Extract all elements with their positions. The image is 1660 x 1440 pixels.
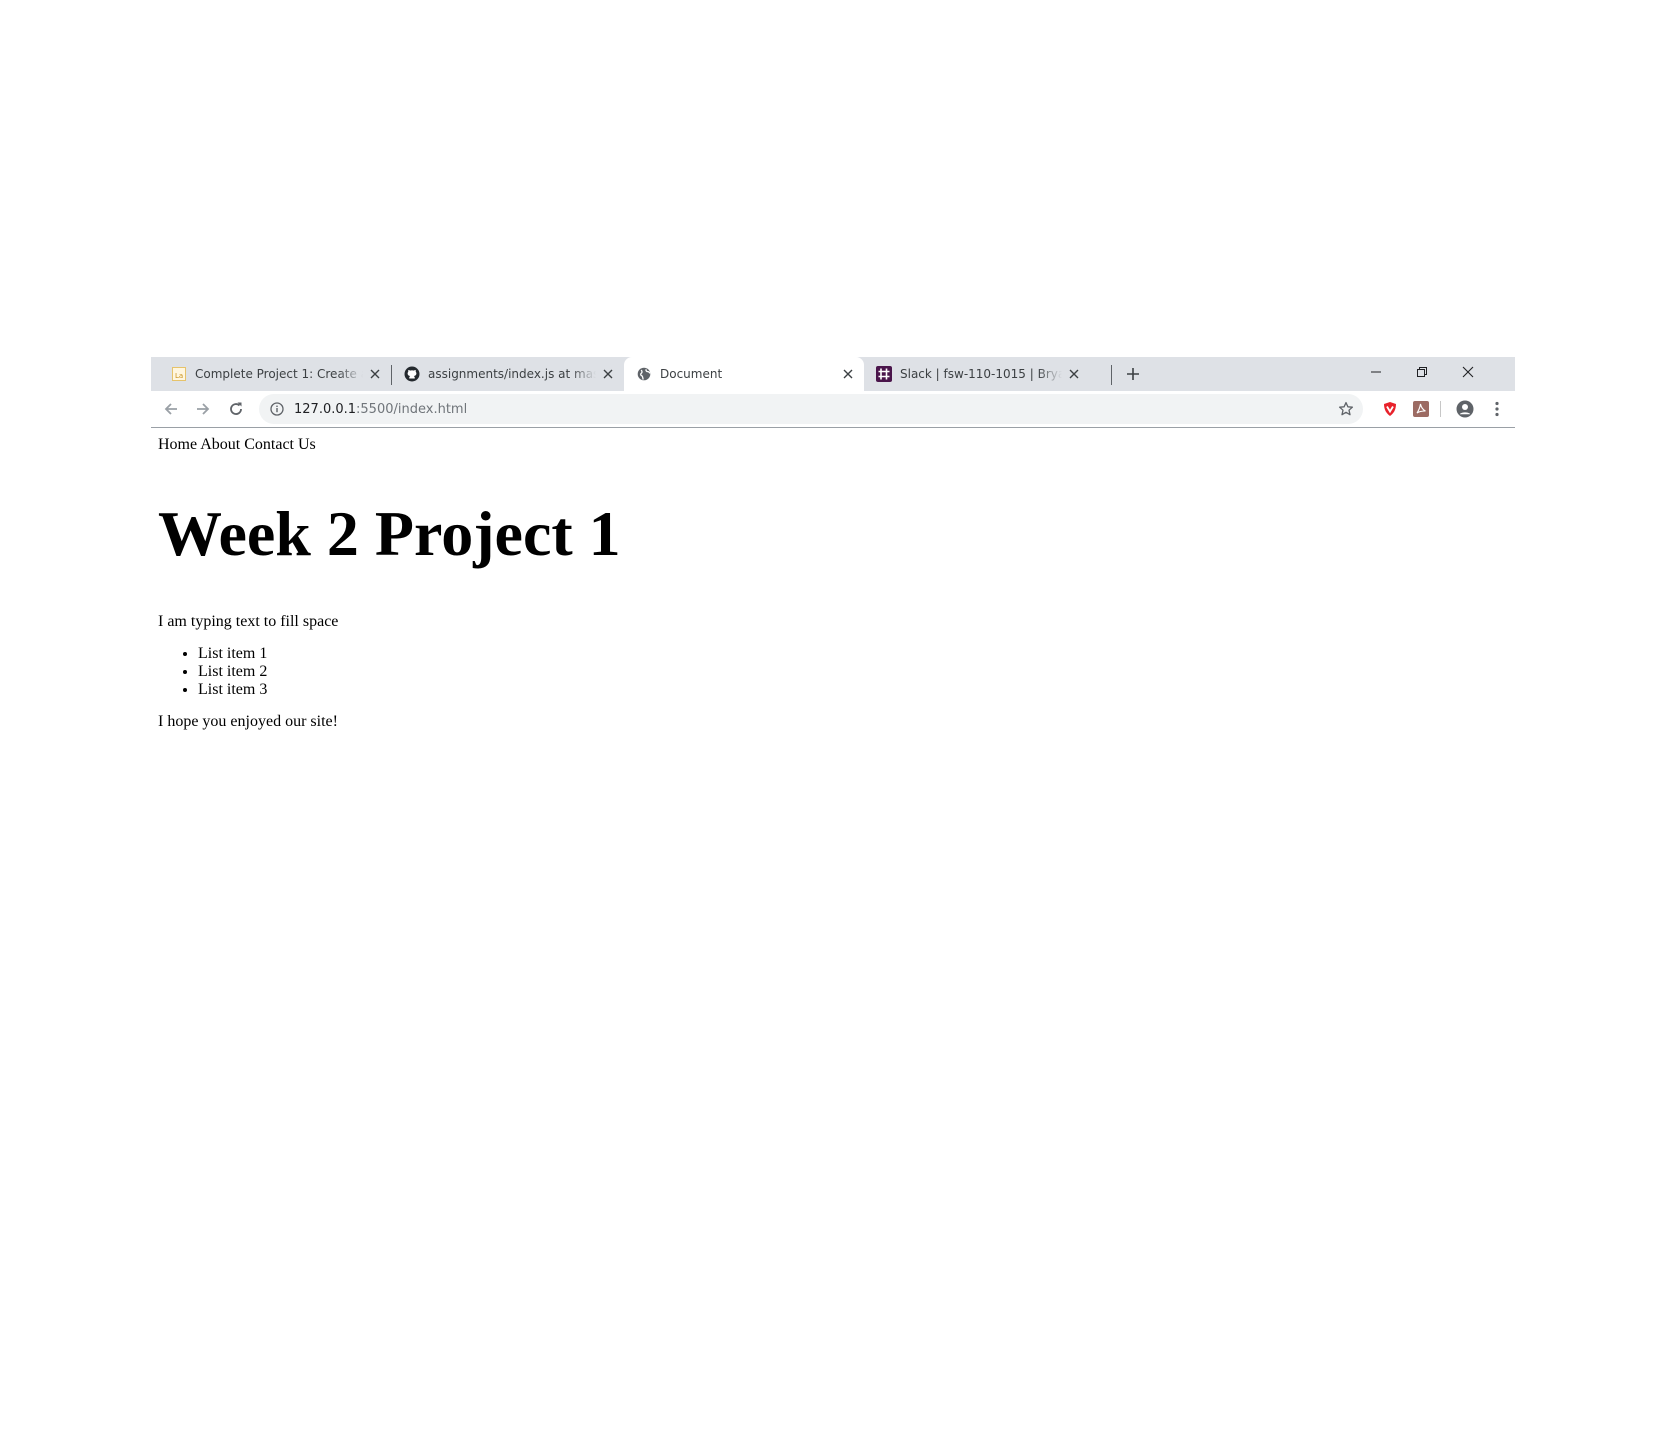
intro-paragraph: I am typing text to fill space: [158, 613, 339, 630]
item-list: List item 1 List item 2 List item 3: [158, 645, 1508, 699]
restore-icon: [1417, 367, 1427, 377]
browser-toolbar: 127.0.0.1:5500/index.html: [151, 391, 1515, 428]
closing-paragraph: I hope you enjoyed our site!: [158, 713, 338, 730]
tab-assignments-github[interactable]: assignments/index.js at master · a: [392, 357, 624, 391]
menu-button[interactable]: [1483, 395, 1511, 423]
reload-icon: [230, 402, 242, 415]
tab-strip: La Complete Project 1: Create a Basic as…: [151, 357, 1515, 391]
more-vertical-icon: [1495, 401, 1499, 417]
browser-window: La Complete Project 1: Create a Basic as…: [151, 357, 1515, 739]
slack-icon: [876, 366, 892, 382]
new-tab-button[interactable]: [1121, 362, 1145, 386]
minimize-icon: [1371, 371, 1381, 373]
profile-button[interactable]: [1451, 395, 1479, 423]
nav-link-home[interactable]: Home: [158, 436, 197, 453]
minimize-button[interactable]: [1353, 357, 1399, 387]
tab-document[interactable]: Document: [624, 357, 864, 391]
arrow-right-icon: [197, 403, 210, 415]
info-icon[interactable]: [269, 401, 285, 417]
shield-icon: [1384, 402, 1396, 416]
tab-title: assignments/index.js at master · a: [428, 367, 596, 381]
account-circle-icon: [1456, 400, 1474, 418]
tab-title: Document: [660, 367, 723, 381]
github-icon: [404, 366, 420, 382]
tab-title: Complete Project 1: Create a Basic: [195, 367, 363, 381]
close-icon: [1462, 366, 1474, 378]
forward-button[interactable]: [189, 395, 217, 423]
page-heading: Week 2 Project 1: [158, 498, 621, 569]
toolbar-divider: [1440, 401, 1441, 417]
close-tab-icon[interactable]: [1066, 366, 1082, 382]
restore-button[interactable]: [1399, 357, 1445, 387]
list-item: List item 3: [198, 681, 1508, 699]
nav-link-contact[interactable]: Contact Us: [244, 436, 316, 453]
url-path: :5500/index.html: [356, 401, 468, 417]
close-tab-icon[interactable]: [600, 366, 616, 382]
site-nav: Home About Contact Us: [158, 436, 1508, 454]
tab-title: Slack | fsw-110-1015 | Bryan Univ: [900, 367, 1062, 381]
url-host: 127.0.0.1: [294, 401, 357, 417]
arrow-left-icon: [164, 403, 177, 415]
pdf-icon: [1413, 401, 1429, 417]
tab-divider: [1111, 365, 1112, 385]
bookmark-star-icon[interactable]: [1337, 400, 1355, 418]
lab-icon: La: [171, 366, 187, 382]
plus-icon: [1127, 368, 1139, 380]
back-button[interactable]: [157, 395, 185, 423]
close-tab-icon[interactable]: [840, 366, 856, 382]
close-tab-icon[interactable]: [367, 366, 383, 382]
tab-complete-project[interactable]: La Complete Project 1: Create a Basic: [151, 357, 391, 391]
address-bar[interactable]: 127.0.0.1:5500/index.html: [259, 394, 1363, 424]
close-window-button[interactable]: [1445, 357, 1491, 387]
svg-text:La: La: [175, 372, 183, 380]
page-viewport: Home About Contact Us Week 2 Project 1 I…: [151, 428, 1515, 739]
shield-extension-button[interactable]: [1376, 395, 1404, 423]
nav-link-about[interactable]: About: [200, 436, 240, 453]
pdf-extension-button[interactable]: [1407, 395, 1435, 423]
reload-button[interactable]: [222, 395, 250, 423]
list-item: List item 1: [198, 645, 1508, 663]
tab-slack[interactable]: Slack | fsw-110-1015 | Bryan Univ: [864, 357, 1090, 391]
list-item: List item 2: [198, 663, 1508, 681]
globe-icon: [636, 366, 652, 382]
